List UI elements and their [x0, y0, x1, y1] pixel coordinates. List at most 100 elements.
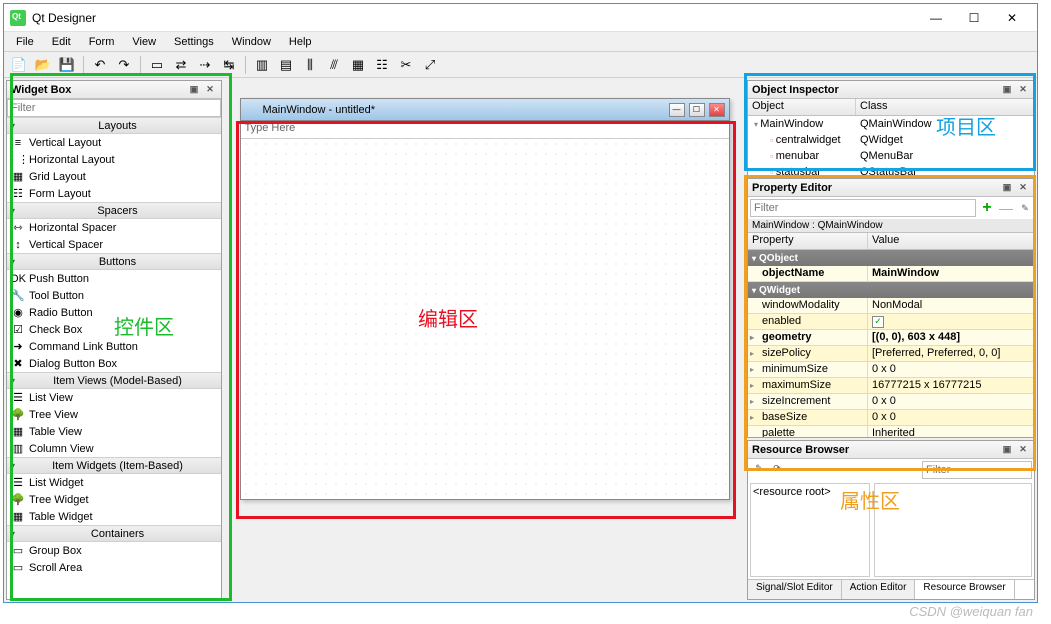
edit-buddies-icon[interactable]: ⇢	[194, 54, 216, 76]
close-icon[interactable]: ✕	[203, 83, 217, 97]
widget-horizontal-layout[interactable]: ⋮⋮Horizontal Layout	[7, 151, 221, 168]
category-header[interactable]: ▾Spacers	[7, 202, 221, 219]
menu-window[interactable]: Window	[224, 34, 279, 50]
widget-column-view[interactable]: ▥Column View	[7, 440, 221, 457]
float-icon[interactable]: ▣	[1000, 443, 1014, 457]
form-close-button[interactable]: ✕	[709, 103, 725, 117]
expand-icon[interactable]: ▸	[750, 349, 754, 358]
wrench-icon[interactable]: ✎	[1018, 201, 1032, 215]
widget-dialog-button-box[interactable]: ✖Dialog Button Box	[7, 355, 221, 372]
property-row[interactable]: ▸minimumSize0 x 0	[748, 362, 1034, 378]
layout-horizontal-icon[interactable]: ▥	[251, 54, 273, 76]
object-row[interactable]: ▾ MainWindowQMainWindow	[748, 116, 1034, 132]
property-table[interactable]: ▾QObjectobjectNameMainWindow▾QWidgetwind…	[748, 250, 1034, 437]
edit-taborder-icon[interactable]: ↹	[218, 54, 240, 76]
edit-widgets-icon[interactable]: ▭	[146, 54, 168, 76]
object-row[interactable]: ▫ centralwidgetQWidget	[748, 132, 1034, 148]
add-property-icon[interactable]: +	[978, 199, 996, 217]
undo-icon[interactable]: ↶	[89, 54, 111, 76]
category-header[interactable]: ▾Containers	[7, 525, 221, 542]
float-icon[interactable]: ▣	[187, 83, 201, 97]
float-icon[interactable]: ▣	[1000, 181, 1014, 195]
widget-tree-widget[interactable]: 🌳Tree Widget	[7, 491, 221, 508]
object-row[interactable]: ▫ menubarQMenuBar	[748, 148, 1034, 164]
widget-tool-button[interactable]: 🔧Tool Button	[7, 287, 221, 304]
widget-check-box[interactable]: ☑Check Box	[7, 321, 221, 338]
widget-vertical-spacer[interactable]: ↕Vertical Spacer	[7, 236, 221, 253]
menu-settings[interactable]: Settings	[166, 34, 222, 50]
menu-file[interactable]: File	[8, 34, 42, 50]
layout-vertical-icon[interactable]: ▤	[275, 54, 297, 76]
resource-tree[interactable]: <resource root>	[750, 483, 870, 577]
form-menubar[interactable]: Type Here	[241, 121, 729, 139]
widget-grid-layout[interactable]: ▦Grid Layout	[7, 168, 221, 185]
property-row[interactable]: enabled✓	[748, 314, 1034, 330]
property-group-qwidget[interactable]: ▾QWidget	[748, 282, 1034, 298]
widget-table-view[interactable]: ▦Table View	[7, 423, 221, 440]
menu-view[interactable]: View	[124, 34, 164, 50]
widget-command-link-button[interactable]: ➜Command Link Button	[7, 338, 221, 355]
form-canvas[interactable]	[241, 139, 729, 499]
object-tree[interactable]: ▾ MainWindowQMainWindow▫ centralwidgetQW…	[748, 116, 1034, 175]
menu-help[interactable]: Help	[281, 34, 320, 50]
close-icon[interactable]: ✕	[1016, 443, 1030, 457]
property-row[interactable]: windowModalityNonModal	[748, 298, 1034, 314]
edit-signals-icon[interactable]: ⇄	[170, 54, 192, 76]
property-filter-input[interactable]	[750, 199, 976, 217]
widget-horizontal-spacer[interactable]: ⇿Horizontal Spacer	[7, 219, 221, 236]
layout-form-icon[interactable]: ☷	[371, 54, 393, 76]
open-file-icon[interactable]: 📂	[32, 54, 54, 76]
category-header[interactable]: ▾Item Views (Model-Based)	[7, 372, 221, 389]
close-button[interactable]: ✕	[993, 6, 1031, 30]
form-minimize-button[interactable]: —	[669, 103, 685, 117]
widget-list[interactable]: ▾Layouts≡Vertical Layout⋮⋮Horizontal Lay…	[7, 117, 221, 599]
property-group-qobject[interactable]: ▾QObject	[748, 250, 1034, 266]
category-header[interactable]: ▾Item Widgets (Item-Based)	[7, 457, 221, 474]
form-maximize-button[interactable]: ☐	[689, 103, 705, 117]
menu-form[interactable]: Form	[81, 34, 123, 50]
category-header[interactable]: ▾Buttons	[7, 253, 221, 270]
layout-vsplit-icon[interactable]: ⫻	[323, 54, 345, 76]
widget-form-layout[interactable]: ☷Form Layout	[7, 185, 221, 202]
expand-icon[interactable]: ▸	[750, 397, 754, 406]
widget-radio-button[interactable]: ◉Radio Button	[7, 304, 221, 321]
widget-table-widget[interactable]: ▦Table Widget	[7, 508, 221, 525]
widget-group-box[interactable]: ▭Group Box	[7, 542, 221, 559]
float-icon[interactable]: ▣	[1000, 83, 1014, 97]
object-row[interactable]: ▫ statusbarQStatusBar	[748, 164, 1034, 175]
property-row[interactable]: ▸sizePolicy[Preferred, Preferred, 0, 0]	[748, 346, 1034, 362]
property-row[interactable]: ▸geometry[(0, 0), 603 x 448]	[748, 330, 1034, 346]
layout-hsplit-icon[interactable]: ⫼	[299, 54, 321, 76]
expand-icon[interactable]: ▸	[750, 413, 754, 422]
new-file-icon[interactable]: 📄	[8, 54, 30, 76]
category-header[interactable]: ▾Layouts	[7, 117, 221, 134]
close-icon[interactable]: ✕	[1016, 181, 1030, 195]
break-layout-icon[interactable]: ✂	[395, 54, 417, 76]
property-row[interactable]: ▸maximumSize16777215 x 16777215	[748, 378, 1034, 394]
property-row[interactable]: ▸baseSize0 x 0	[748, 410, 1034, 426]
tab-action-editor[interactable]: Action Editor	[842, 580, 916, 599]
widget-tree-view[interactable]: 🌳Tree View	[7, 406, 221, 423]
expand-icon[interactable]: ▸	[750, 381, 754, 390]
widget-list-view[interactable]: ☰List View	[7, 389, 221, 406]
property-row[interactable]: ▸sizeIncrement0 x 0	[748, 394, 1034, 410]
widget-filter-input[interactable]	[7, 99, 221, 117]
widget-push-button[interactable]: OKPush Button	[7, 270, 221, 287]
widget-vertical-layout[interactable]: ≡Vertical Layout	[7, 134, 221, 151]
maximize-button[interactable]: ☐	[955, 6, 993, 30]
property-row[interactable]: paletteInherited	[748, 426, 1034, 437]
form-window[interactable]: MainWindow - untitled* — ☐ ✕ Type Here	[240, 98, 730, 500]
minimize-button[interactable]: —	[917, 6, 955, 30]
expand-icon[interactable]: ▸	[750, 365, 754, 374]
expand-icon[interactable]: ▸	[750, 333, 754, 342]
widget-list-widget[interactable]: ☰List Widget	[7, 474, 221, 491]
menu-edit[interactable]: Edit	[44, 34, 79, 50]
reload-icon[interactable]: ⟳	[770, 461, 784, 475]
close-icon[interactable]: ✕	[1016, 83, 1030, 97]
resource-filter-input[interactable]	[922, 461, 1032, 479]
checkbox-checked-icon[interactable]: ✓	[872, 316, 884, 328]
remove-property-icon[interactable]: —	[998, 200, 1014, 216]
resource-view[interactable]	[874, 483, 1032, 577]
redo-icon[interactable]: ↷	[113, 54, 135, 76]
adjust-size-icon[interactable]: ⤢	[419, 54, 441, 76]
